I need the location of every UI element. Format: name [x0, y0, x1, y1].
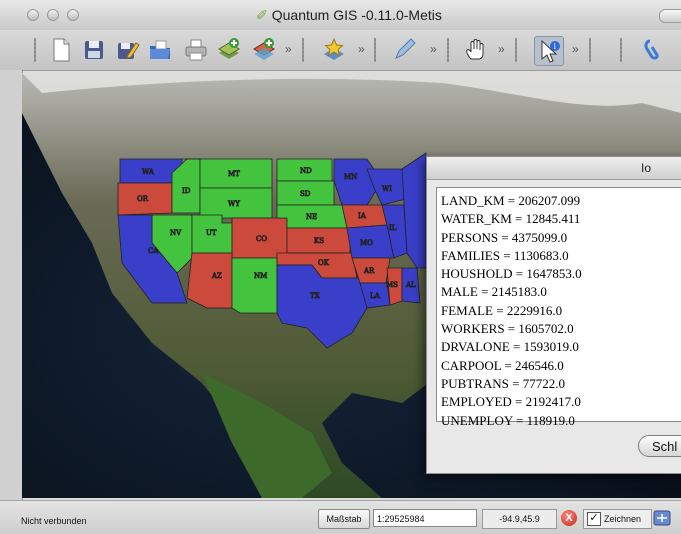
attribute-line: HOUSHOLD = 1647853.0 — [441, 266, 582, 282]
scale-button[interactable]: Maßstab — [318, 509, 370, 529]
state-label-mn: MN — [344, 173, 357, 181]
attribute-list[interactable]: LAND_KM = 206207.099 WATER_KM = 12845.411… — [436, 187, 681, 428]
state-label-ok: OK — [318, 259, 330, 267]
state-label-la: LA — [370, 292, 381, 300]
new-project-icon[interactable] — [47, 36, 75, 64]
render-checkbox-label: Zeichnen — [604, 514, 642, 524]
toolbar-separator — [515, 38, 517, 62]
add-raster-layer-icon[interactable] — [250, 36, 278, 64]
state-label-nv: NV — [170, 229, 182, 237]
identify-results-dialog: Io LAND_KM = 206207.099 WATER_KM = 12845.… — [426, 156, 681, 474]
state-label-az: AZ — [211, 272, 222, 280]
status-bar: Nicht verbunden Maßstab 1:29525984 -94.9… — [0, 500, 681, 534]
coordinates-display: -94.9,45.9 — [482, 509, 557, 529]
window-title-text: Quantum GIS -0.11.0-Metis — [271, 7, 442, 23]
close-dialog-button[interactable]: Schl — [638, 435, 681, 457]
state-label-wi: WI — [382, 185, 392, 193]
render-checkbox[interactable]: ✓ Zeichnen — [583, 509, 652, 529]
state-label-al: AL — [405, 281, 416, 289]
state-label-mo: MO — [360, 239, 373, 247]
state-label-wa: WA — [142, 168, 155, 176]
add-vector-layer-icon[interactable] — [215, 36, 243, 64]
toolbar-separator — [34, 38, 36, 62]
attribute-line: DRVALONE = 1593019.0 — [441, 339, 579, 355]
toolbar-separator — [620, 38, 622, 62]
svg-text:i: i — [554, 42, 557, 51]
toolbar-separator — [447, 38, 449, 62]
render-checkbox-box[interactable]: ✓ — [587, 512, 601, 526]
toolbar-overflow-icon[interactable]: » — [430, 42, 437, 56]
state-nm[interactable] — [231, 257, 278, 314]
state-label-ne: NE — [306, 213, 317, 221]
state-label-ks: KS — [314, 237, 324, 245]
attribute-line: WATER_KM = 12845.411 — [441, 211, 581, 227]
scale-input[interactable]: 1:29525984 — [373, 509, 477, 527]
toolbar-separator — [302, 38, 304, 62]
attribute-line: MALE = 2145183.0 — [441, 284, 547, 300]
dialog-title: Io — [641, 161, 652, 175]
qgis-window: ✐ Quantum GIS -0.11.0-Metis » » » » i » … — [0, 0, 681, 534]
attribute-line: PUBTRANS = 77722.0 — [441, 375, 565, 391]
toolbar-overflow-icon[interactable]: » — [572, 42, 579, 56]
state-label-il: IL — [389, 224, 397, 232]
state-az[interactable] — [186, 252, 233, 309]
state-label-wy: WY — [228, 200, 240, 208]
state-label-ut: UT — [206, 229, 217, 237]
left-dock-strip — [0, 70, 23, 500]
toolbar-toggle-button[interactable] — [659, 9, 681, 23]
attribute-line: PERSONS = 4375099.0 — [441, 229, 568, 245]
save-icon[interactable] — [80, 36, 108, 64]
qgis-logo-icon: ✐ — [256, 7, 268, 23]
toolbar-separator — [374, 38, 376, 62]
pan-icon[interactable] — [462, 36, 490, 64]
zoom-window-button[interactable] — [67, 9, 79, 21]
toolbar-overflow-icon[interactable]: » — [358, 42, 365, 56]
main-toolbar: » » » » i » — [0, 30, 681, 71]
minimize-window-button[interactable] — [47, 9, 59, 21]
state-label-or: OR — [137, 195, 149, 203]
attribute-line: FAMILIES = 1130683.0 — [441, 247, 569, 263]
toolbar-separator — [589, 38, 591, 62]
window-title: ✐ Quantum GIS -0.11.0-Metis — [256, 7, 442, 24]
state-label-nm: NM — [254, 272, 267, 280]
attribute-line: CARPOOL = 246546.0 — [441, 357, 564, 373]
toolbar-overflow-icon[interactable]: » — [285, 42, 292, 56]
state-label-mt: MT — [228, 170, 240, 178]
dialog-title-bar: Io — [427, 157, 681, 180]
state-label-ms: MS — [386, 281, 398, 289]
state-label-ia: IA — [358, 212, 367, 220]
attribute-line: WORKERS = 1605702.0 — [441, 321, 574, 337]
state-label-nd: ND — [300, 167, 312, 175]
title-bar: ✐ Quantum GIS -0.11.0-Metis — [0, 0, 681, 31]
identify-icon[interactable]: i — [534, 36, 564, 66]
attribute-line: UNEMPLOY = 118919.0 — [441, 412, 575, 428]
digitize-icon[interactable] — [390, 36, 418, 64]
toolbar-overflow-icon[interactable]: » — [498, 42, 505, 56]
print-icon[interactable] — [182, 36, 210, 64]
state-label-ca: CA — [148, 247, 159, 255]
attribute-line: FEMALE = 2229916.0 — [441, 302, 563, 318]
projection-icon[interactable] — [653, 509, 671, 527]
new-layer-icon[interactable] — [320, 36, 348, 64]
open-icon[interactable] — [146, 36, 174, 64]
state-label-co: CO — [256, 235, 267, 243]
state-label-tx: TX — [310, 292, 320, 300]
attribute-line: EMPLOYED = 2192417.0 — [441, 394, 581, 410]
state-label-ar: AR — [363, 267, 375, 275]
bookmark-icon[interactable] — [640, 36, 668, 64]
status-message: Nicht verbunden — [21, 516, 87, 526]
state-label-sd: SD — [300, 190, 311, 198]
attribute-line: LAND_KM = 206207.099 — [441, 193, 581, 208]
state-label-id: ID — [182, 187, 191, 195]
save-as-icon[interactable] — [113, 36, 141, 64]
stop-render-button[interactable]: X — [561, 510, 577, 526]
close-window-button[interactable] — [27, 9, 39, 21]
